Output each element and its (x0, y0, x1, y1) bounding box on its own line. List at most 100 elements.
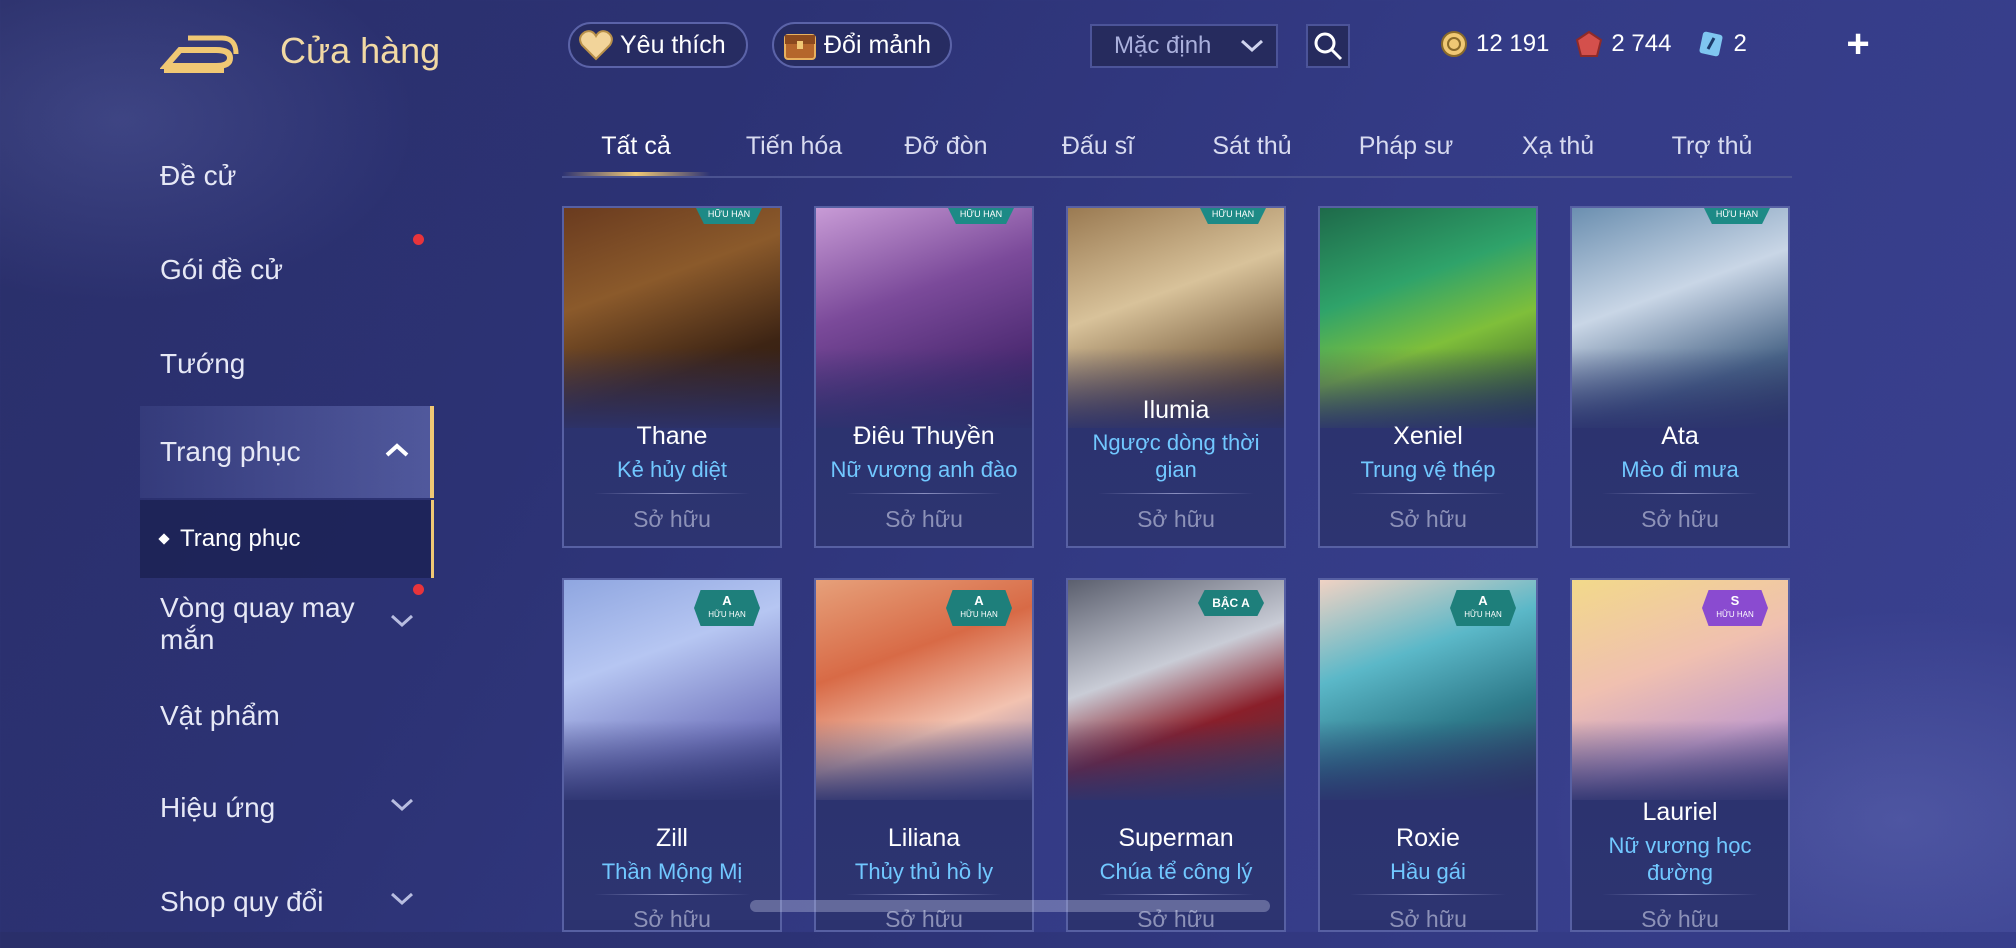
tab-evolution[interactable]: Tiến hóa (720, 118, 868, 174)
skin-name: Kẻ hủy diệt (616, 457, 728, 482)
hero-name: Điêu Thuyền (853, 422, 995, 450)
owned-status: Sở hữu (633, 506, 711, 532)
voucher-value: 2 (1733, 30, 1747, 57)
tab-marksman[interactable]: Xạ thủ (1484, 118, 1632, 174)
tab-tank[interactable]: Đỡ đòn (872, 118, 1020, 174)
home-indicator[interactable] (750, 900, 1270, 912)
divider (846, 493, 1002, 494)
hero-name: Roxie (1396, 824, 1460, 852)
rank-a-badge: BẬC A (1198, 590, 1264, 616)
skin-name: Nữ vương học đường (1608, 833, 1752, 885)
owned-status: Sở hữu (1389, 906, 1467, 932)
badge-rank: BẬC A (1212, 596, 1250, 610)
skin-card[interactable]: A HỮU HẠN Zill Thần Mộng Mị Sở hữu (562, 578, 782, 932)
chevron-down-icon (390, 798, 414, 812)
sidebar-item-label: Tướng (160, 348, 246, 379)
voucher-icon (1699, 31, 1723, 57)
skin-card[interactable]: HỮU HẠN Ilumia Ngược dòng thời gian Sở h… (1066, 206, 1286, 548)
sidebar-item-recommended[interactable]: Đề cử (140, 130, 434, 222)
sidebar-item-recommended-packs[interactable]: Gói đề cử (140, 224, 434, 316)
ruby-icon (1576, 30, 1603, 57)
hero-name: Superman (1118, 824, 1234, 852)
sidebar-item-label: Vòng quay may mắn (160, 592, 355, 655)
divider (1602, 894, 1758, 895)
tab-support[interactable]: Trợ thủ (1638, 118, 1786, 174)
category-tabs: Tất cả Tiến hóa Đỡ đòn Đấu sĩ Sát thủ Ph… (562, 118, 1792, 178)
hero-name: Ata (1661, 422, 1699, 450)
sidebar-item-label: Đề cử (160, 160, 237, 191)
skin-name: Mèo đi mưa (1621, 457, 1739, 482)
sidebar-item-label: Vật phẩm (160, 700, 280, 731)
exchange-fragments-button[interactable]: Đổi mảnh (772, 22, 952, 68)
divider (846, 894, 1002, 895)
skin-card[interactable]: Xeniel Trung vệ thép Sở hữu (1318, 206, 1538, 548)
badge-rank: A (1478, 593, 1488, 608)
skin-card[interactable]: HỮU HẠN Ata Mèo đi mưa Sở hữu (1570, 206, 1790, 548)
add-currency-button[interactable]: + (1838, 24, 1878, 64)
divider (1350, 493, 1506, 494)
card-fade (564, 720, 780, 920)
back-arrow-icon (159, 35, 239, 73)
gold-value: 12 191 (1476, 30, 1550, 57)
skin-card[interactable]: HỮU HẠN Điêu Thuyền Nữ vương anh đào Sở … (814, 206, 1034, 548)
search-icon (1314, 32, 1343, 61)
chevron-down-icon (390, 892, 414, 906)
divider (594, 493, 750, 494)
sidebar-subitem-skins[interactable]: Trang phục (140, 500, 434, 578)
skin-card[interactable]: S HỮU HẠN Lauriel Nữ vương học đường Sở h… (1570, 578, 1790, 932)
sidebar-item-label: Shop quy đổi (160, 886, 324, 917)
sidebar-item-skins[interactable]: Trang phục (140, 406, 434, 498)
limited-badge: HỮU HẠN (948, 208, 1014, 224)
notification-dot (413, 584, 424, 595)
ruby-currency: 2 744 (1575, 30, 1671, 58)
skin-card[interactable]: A HỮU HẠN Roxie Hầu gái Sở hữu (1318, 578, 1538, 932)
sort-dropdown[interactable]: Mặc định (1090, 24, 1278, 68)
hero-name: Thane (636, 422, 708, 450)
search-button[interactable] (1306, 24, 1350, 68)
tab-all[interactable]: Tất cả (562, 118, 710, 176)
sidebar-subitem-label: Trang phục (180, 525, 301, 552)
owned-status: Sở hữu (1389, 506, 1467, 532)
skin-card[interactable]: HỮU HẠN Thane Kẻ hủy diệt Sở hữu (562, 206, 782, 548)
hero-name: Zill (656, 824, 688, 852)
sidebar-item-items[interactable]: Vật phẩm (140, 670, 434, 762)
owned-status: Sở hữu (1641, 506, 1719, 532)
hero-name: Liliana (887, 824, 961, 852)
voucher-currency: 2 (1697, 30, 1747, 58)
rank-a-badge: A HỮU HẠN (1450, 590, 1516, 626)
badge-rank: A (722, 593, 732, 608)
page-title: Cửa hàng (280, 30, 441, 71)
badge-sub: HỮU HẠN (960, 610, 998, 619)
bullet-diamond-icon (158, 533, 170, 545)
sidebar-item-heroes[interactable]: Tướng (140, 318, 434, 410)
skin-name: Trung vệ thép (1360, 457, 1496, 482)
back-button[interactable] (159, 30, 240, 74)
skin-card[interactable]: A HỮU HẠN Liliana Thủy thủ hồ ly Sở hữu (814, 578, 1034, 932)
card-fade (1068, 720, 1284, 920)
skin-name: Nữ vương anh đào (830, 457, 1018, 482)
favorite-button[interactable]: Yêu thích (568, 22, 748, 68)
favorite-label: Yêu thích (620, 30, 726, 59)
sidebar-item-exchange-shop[interactable]: Shop quy đổi (140, 856, 434, 948)
sidebar-item-effects[interactable]: Hiệu ứng (140, 762, 434, 854)
divider (594, 894, 750, 895)
gold-currency: 12 191 (1440, 30, 1549, 58)
rank-a-badge: A HỮU HẠN (946, 590, 1012, 626)
tab-fighter[interactable]: Đấu sĩ (1024, 118, 1172, 174)
limited-badge: HỮU HẠN (696, 208, 762, 224)
owned-status: Sở hữu (633, 906, 711, 932)
rank-a-badge: A HỮU HẠN (694, 590, 760, 626)
tab-assassin[interactable]: Sát thủ (1178, 118, 1326, 174)
chevron-up-icon (385, 443, 409, 457)
badge-sub: HỮU HẠN (708, 610, 746, 619)
sort-value: Mặc định (1114, 32, 1212, 59)
sidebar-item-lucky-wheel[interactable]: Vòng quay may mắn (140, 578, 434, 670)
card-fade (816, 720, 1032, 920)
divider (1350, 894, 1506, 895)
notification-dot (413, 234, 424, 245)
sidebar-item-label: Hiệu ứng (160, 792, 276, 823)
limited-badge: HỮU HẠN (1704, 208, 1770, 224)
skin-card[interactable]: BẬC A Superman Chúa tể công lý Sở hữu (1066, 578, 1286, 932)
chevron-down-icon (1240, 39, 1264, 53)
tab-mage[interactable]: Pháp sư (1332, 118, 1480, 174)
